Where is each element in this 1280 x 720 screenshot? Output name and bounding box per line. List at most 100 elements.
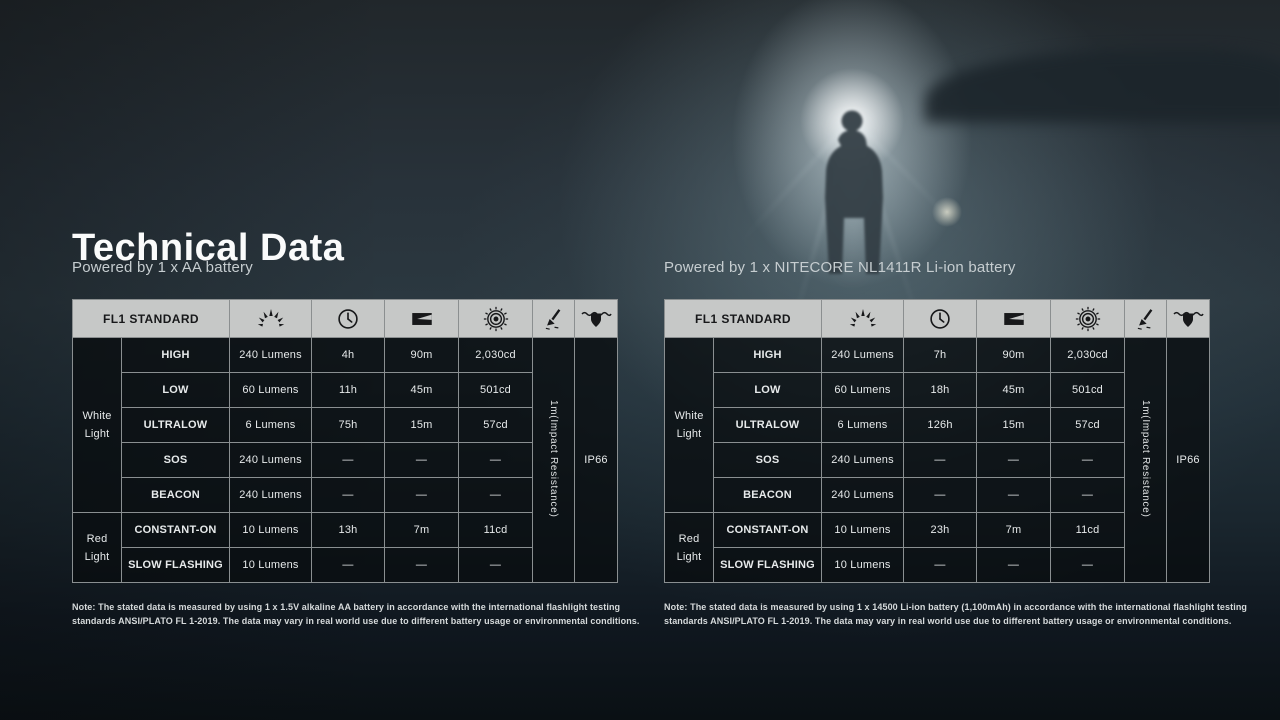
impact-resistance-icon xyxy=(533,300,575,338)
group-white-light: White Light xyxy=(73,338,122,513)
lumens-cell: 10 Lumens xyxy=(822,513,904,548)
table-row: White Light HIGH 240 Lumens 4h 90m 2,030… xyxy=(73,338,618,373)
runtime-cell: 75h xyxy=(312,408,385,443)
impact-resistance-cell: 1m(Impact Resistance) xyxy=(1125,338,1167,583)
runtime-cell: — xyxy=(312,478,385,513)
background-photo: Technical Data Powered by 1 x AA battery… xyxy=(0,0,1280,720)
mode-cell: SOS xyxy=(122,443,230,478)
lumens-cell: 60 Lumens xyxy=(230,373,312,408)
runtime-cell: — xyxy=(904,548,977,583)
mode-cell: LOW xyxy=(122,373,230,408)
distance-cell: — xyxy=(385,443,459,478)
runtime-cell: — xyxy=(904,443,977,478)
lumens-cell: 6 Lumens xyxy=(822,408,904,443)
runtime-icon xyxy=(904,300,977,338)
distance-cell: — xyxy=(385,478,459,513)
note-line-1: Note: The stated data is measured by usi… xyxy=(664,601,1254,615)
person-silhouette xyxy=(800,106,920,276)
intensity-cell: — xyxy=(1051,443,1125,478)
lumens-cell: 10 Lumens xyxy=(822,548,904,583)
table-note-liion: Note: The stated data is measured by usi… xyxy=(664,601,1254,628)
waterproof-rating-cell: IP66 xyxy=(1167,338,1210,583)
distance-cell: 90m xyxy=(385,338,459,373)
lumens-cell: 240 Lumens xyxy=(230,443,312,478)
runtime-cell: 23h xyxy=(904,513,977,548)
fl1-table-liion: FL1 STANDARD xyxy=(664,299,1210,583)
runtime-cell: 11h xyxy=(312,373,385,408)
fl1-standard-label: FL1 STANDARD xyxy=(665,300,822,338)
beam-distance-icon xyxy=(385,300,459,338)
lumens-cell: 240 Lumens xyxy=(822,443,904,478)
mode-cell: BEACON xyxy=(122,478,230,513)
lumens-cell: 6 Lumens xyxy=(230,408,312,443)
intensity-cell: 57cd xyxy=(1051,408,1125,443)
lumens-cell: 10 Lumens xyxy=(230,548,312,583)
runtime-cell: 13h xyxy=(312,513,385,548)
lumens-cell: 240 Lumens xyxy=(822,338,904,373)
table-note-aa: Note: The stated data is measured by usi… xyxy=(72,601,662,628)
lumens-cell: 240 Lumens xyxy=(822,478,904,513)
intensity-cell: 2,030cd xyxy=(1051,338,1125,373)
runtime-cell: 4h xyxy=(312,338,385,373)
impact-resistance-cell: 1m(Impact Resistance) xyxy=(533,338,575,583)
waterproof-icon xyxy=(575,300,618,338)
runtime-cell: — xyxy=(312,548,385,583)
mode-cell: BEACON xyxy=(714,478,822,513)
waterproof-rating-cell: IP66 xyxy=(575,338,618,583)
distance-cell: — xyxy=(977,548,1051,583)
mode-cell: LOW xyxy=(714,373,822,408)
mode-cell: HIGH xyxy=(122,338,230,373)
mode-cell: SOS xyxy=(714,443,822,478)
subtitle-aa: Powered by 1 x AA battery xyxy=(72,259,253,276)
intensity-cell: — xyxy=(1051,478,1125,513)
lumens-icon xyxy=(822,300,904,338)
runtime-icon xyxy=(312,300,385,338)
mode-cell: HIGH xyxy=(714,338,822,373)
intensity-cell: 11cd xyxy=(459,513,533,548)
table-row: White Light HIGH 240 Lumens 7h 90m 2,030… xyxy=(665,338,1210,373)
note-line-2: standards ANSI/PLATO FL 1-2019. The data… xyxy=(72,615,662,629)
runtime-cell: — xyxy=(904,478,977,513)
fl1-standard-label: FL1 STANDARD xyxy=(73,300,230,338)
group-white-light: White Light xyxy=(665,338,714,513)
mode-cell: SLOW FLASHING xyxy=(714,548,822,583)
fl1-table-aa: FL1 STANDARD xyxy=(72,299,618,583)
intensity-cell: 501cd xyxy=(1051,373,1125,408)
distance-cell: 7m xyxy=(385,513,459,548)
subtitle-liion: Powered by 1 x NITECORE NL1411R Li-ion b… xyxy=(664,259,1016,276)
fl1-header-row: FL1 STANDARD xyxy=(73,300,618,338)
impact-resistance-icon xyxy=(1125,300,1167,338)
note-line-2: standards ANSI/PLATO FL 1-2019. The data… xyxy=(664,615,1254,629)
runtime-cell: 18h xyxy=(904,373,977,408)
intensity-cell: 2,030cd xyxy=(459,338,533,373)
distance-cell: 45m xyxy=(977,373,1051,408)
runtime-cell: — xyxy=(312,443,385,478)
group-red-light: Red Light xyxy=(665,513,714,583)
group-red-light: Red Light xyxy=(73,513,122,583)
mode-cell: ULTRALOW xyxy=(714,408,822,443)
distance-cell: — xyxy=(385,548,459,583)
distance-cell: 15m xyxy=(385,408,459,443)
lumens-icon xyxy=(230,300,312,338)
intensity-cell: 501cd xyxy=(459,373,533,408)
beam-intensity-icon xyxy=(459,300,533,338)
runtime-cell: 126h xyxy=(904,408,977,443)
distance-cell: 7m xyxy=(977,513,1051,548)
distance-cell: 45m xyxy=(385,373,459,408)
note-line-1: Note: The stated data is measured by usi… xyxy=(72,601,662,615)
intensity-cell: — xyxy=(459,478,533,513)
lumens-cell: 10 Lumens xyxy=(230,513,312,548)
intensity-cell: 11cd xyxy=(1051,513,1125,548)
horizon-landmass xyxy=(925,50,1280,122)
mode-cell: SLOW FLASHING xyxy=(122,548,230,583)
distance-cell: — xyxy=(977,478,1051,513)
distance-cell: 90m xyxy=(977,338,1051,373)
intensity-cell: — xyxy=(1051,548,1125,583)
beam-intensity-icon xyxy=(1051,300,1125,338)
runtime-cell: 7h xyxy=(904,338,977,373)
intensity-cell: 57cd xyxy=(459,408,533,443)
waterproof-icon xyxy=(1167,300,1210,338)
mode-cell: CONSTANT-ON xyxy=(122,513,230,548)
intensity-cell: — xyxy=(459,443,533,478)
lumens-cell: 60 Lumens xyxy=(822,373,904,408)
